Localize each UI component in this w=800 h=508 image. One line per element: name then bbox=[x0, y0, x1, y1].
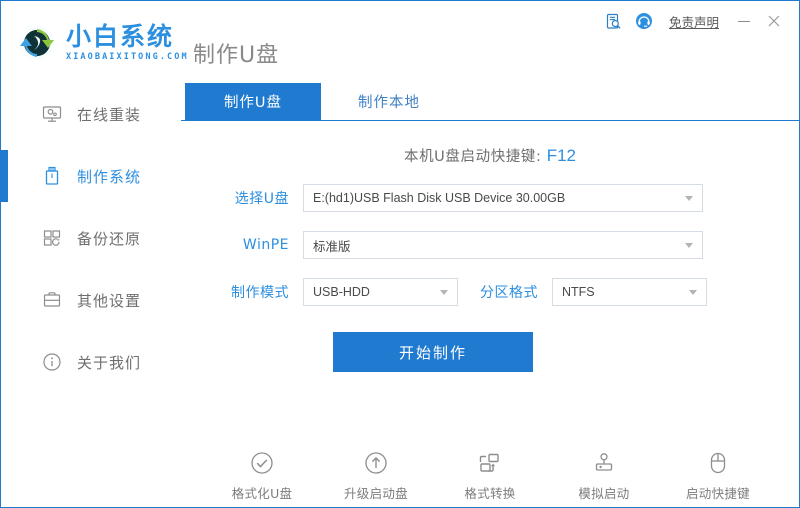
window-controls: 免责声明 bbox=[599, 7, 789, 35]
tool-label: 升级启动盘 bbox=[343, 486, 408, 501]
make-mode-label: 制作模式 bbox=[231, 285, 289, 301]
app-window: 小白系统 XIAOBAIXITONG.COM 制作U盘 免责声明 在线重装 制作… bbox=[0, 0, 800, 508]
chevron-down-icon bbox=[685, 196, 693, 201]
chevron-down-icon bbox=[689, 290, 697, 295]
form-row-mode-partition: 制作模式 USB-HDD 分区格式 NTFS bbox=[211, 278, 799, 306]
boot-hotkey-label: 本机U盘启动快捷键: bbox=[403, 149, 542, 165]
partition-format-label: 分区格式 bbox=[480, 285, 538, 301]
joystick-icon bbox=[591, 448, 617, 478]
select-usb-dropdown[interactable]: E:(hd1)USB Flash Disk USB Device 30.00GB bbox=[303, 184, 703, 212]
arrow-up-circle-icon bbox=[363, 448, 389, 478]
winpe-dropdown[interactable]: 标准版 bbox=[303, 231, 703, 259]
logo-brand-cn: 小白系统 bbox=[66, 21, 175, 51]
partition-format-value: NTFS bbox=[562, 285, 595, 299]
tool-label: 模拟启动 bbox=[578, 486, 630, 501]
mouse-icon bbox=[705, 448, 731, 478]
chevron-down-icon bbox=[440, 290, 448, 295]
form-row-winpe: WinPE 标准版 bbox=[211, 231, 799, 259]
grid-restore-icon bbox=[41, 227, 63, 249]
toolbox-icon bbox=[41, 289, 63, 311]
tool-boot-hotkey[interactable]: 启动快捷键 bbox=[680, 448, 756, 502]
sidebar: 在线重装 制作系统 备份还原 其他设置 关于我们 bbox=[1, 83, 181, 507]
format-convert-icon bbox=[476, 448, 504, 478]
bottom-toolbar: 格式化U盘 升级启动盘 格式转换 模拟启动 启动快捷键 bbox=[181, 448, 799, 502]
select-usb-value: E:(hd1)USB Flash Disk USB Device 30.00GB bbox=[313, 191, 566, 205]
page-title: 制作U盘 bbox=[193, 43, 280, 68]
customer-service-icon[interactable] bbox=[629, 7, 659, 35]
logo-text: 小白系统 XIAOBAIXITONG.COM bbox=[66, 21, 189, 63]
start-row: 开始制作 bbox=[211, 332, 799, 372]
boot-hotkey-value: F12 bbox=[546, 146, 576, 165]
monitor-icon bbox=[41, 103, 63, 125]
tool-simulate-boot[interactable]: 模拟启动 bbox=[566, 448, 642, 502]
sidebar-label: 备份还原 bbox=[77, 229, 142, 248]
make-mode-value: USB-HDD bbox=[313, 285, 370, 299]
title-bar: 小白系统 XIAOBAIXITONG.COM 制作U盘 免责声明 bbox=[1, 1, 799, 83]
tool-label: 启动快捷键 bbox=[685, 486, 750, 501]
sidebar-item-about-us[interactable]: 关于我们 bbox=[1, 331, 181, 393]
tab-make-local[interactable]: 制作本地 bbox=[321, 83, 457, 120]
minimize-button[interactable] bbox=[729, 7, 759, 35]
tab-make-usb[interactable]: 制作U盘 bbox=[185, 83, 321, 120]
sidebar-label: 关于我们 bbox=[77, 353, 142, 372]
main-content: 制作U盘 制作本地 本机U盘启动快捷键: F12 选择U盘 E:(hd1)USB… bbox=[181, 83, 799, 507]
usb-drive-icon bbox=[41, 165, 63, 187]
tool-format-convert[interactable]: 格式转换 bbox=[452, 448, 528, 502]
tool-format-usb[interactable]: 格式化U盘 bbox=[224, 448, 300, 502]
form-row-usb: 选择U盘 E:(hd1)USB Flash Disk USB Device 30… bbox=[211, 184, 799, 212]
winpe-value: 标准版 bbox=[313, 239, 351, 254]
boot-hotkey-line: 本机U盘启动快捷键: F12 bbox=[181, 145, 799, 166]
select-usb-label: 选择U盘 bbox=[234, 191, 289, 207]
sidebar-item-online-reinstall[interactable]: 在线重装 bbox=[1, 83, 181, 145]
info-circle-icon bbox=[41, 351, 63, 373]
chevron-down-icon bbox=[685, 243, 693, 248]
partition-format-dropdown[interactable]: NTFS bbox=[552, 278, 707, 306]
sidebar-label: 制作系统 bbox=[77, 167, 142, 186]
sidebar-item-backup-restore[interactable]: 备份还原 bbox=[1, 207, 181, 269]
sidebar-item-make-system[interactable]: 制作系统 bbox=[1, 145, 181, 207]
tool-label: 格式转换 bbox=[464, 486, 516, 501]
close-button[interactable] bbox=[759, 7, 789, 35]
tab-bar: 制作U盘 制作本地 bbox=[181, 83, 799, 121]
document-search-icon[interactable] bbox=[599, 7, 629, 35]
start-make-button[interactable]: 开始制作 bbox=[333, 332, 533, 372]
app-logo: 小白系统 XIAOBAIXITONG.COM bbox=[15, 21, 189, 65]
sidebar-item-other-settings[interactable]: 其他设置 bbox=[1, 269, 181, 331]
sidebar-label: 其他设置 bbox=[77, 291, 142, 310]
make-mode-dropdown[interactable]: USB-HDD bbox=[303, 278, 458, 306]
winpe-label: WinPE bbox=[242, 237, 289, 253]
check-circle-icon bbox=[249, 448, 275, 478]
logo-brand-en: XIAOBAIXITONG.COM bbox=[66, 52, 189, 63]
recycle-logo-icon bbox=[15, 21, 59, 65]
usb-form: 选择U盘 E:(hd1)USB Flash Disk USB Device 30… bbox=[181, 184, 799, 372]
tool-upgrade-boot-disk[interactable]: 升级启动盘 bbox=[338, 448, 414, 502]
disclaimer-link[interactable]: 免责声明 bbox=[659, 12, 729, 31]
tool-label: 格式化U盘 bbox=[231, 486, 293, 501]
sidebar-label: 在线重装 bbox=[77, 105, 142, 124]
